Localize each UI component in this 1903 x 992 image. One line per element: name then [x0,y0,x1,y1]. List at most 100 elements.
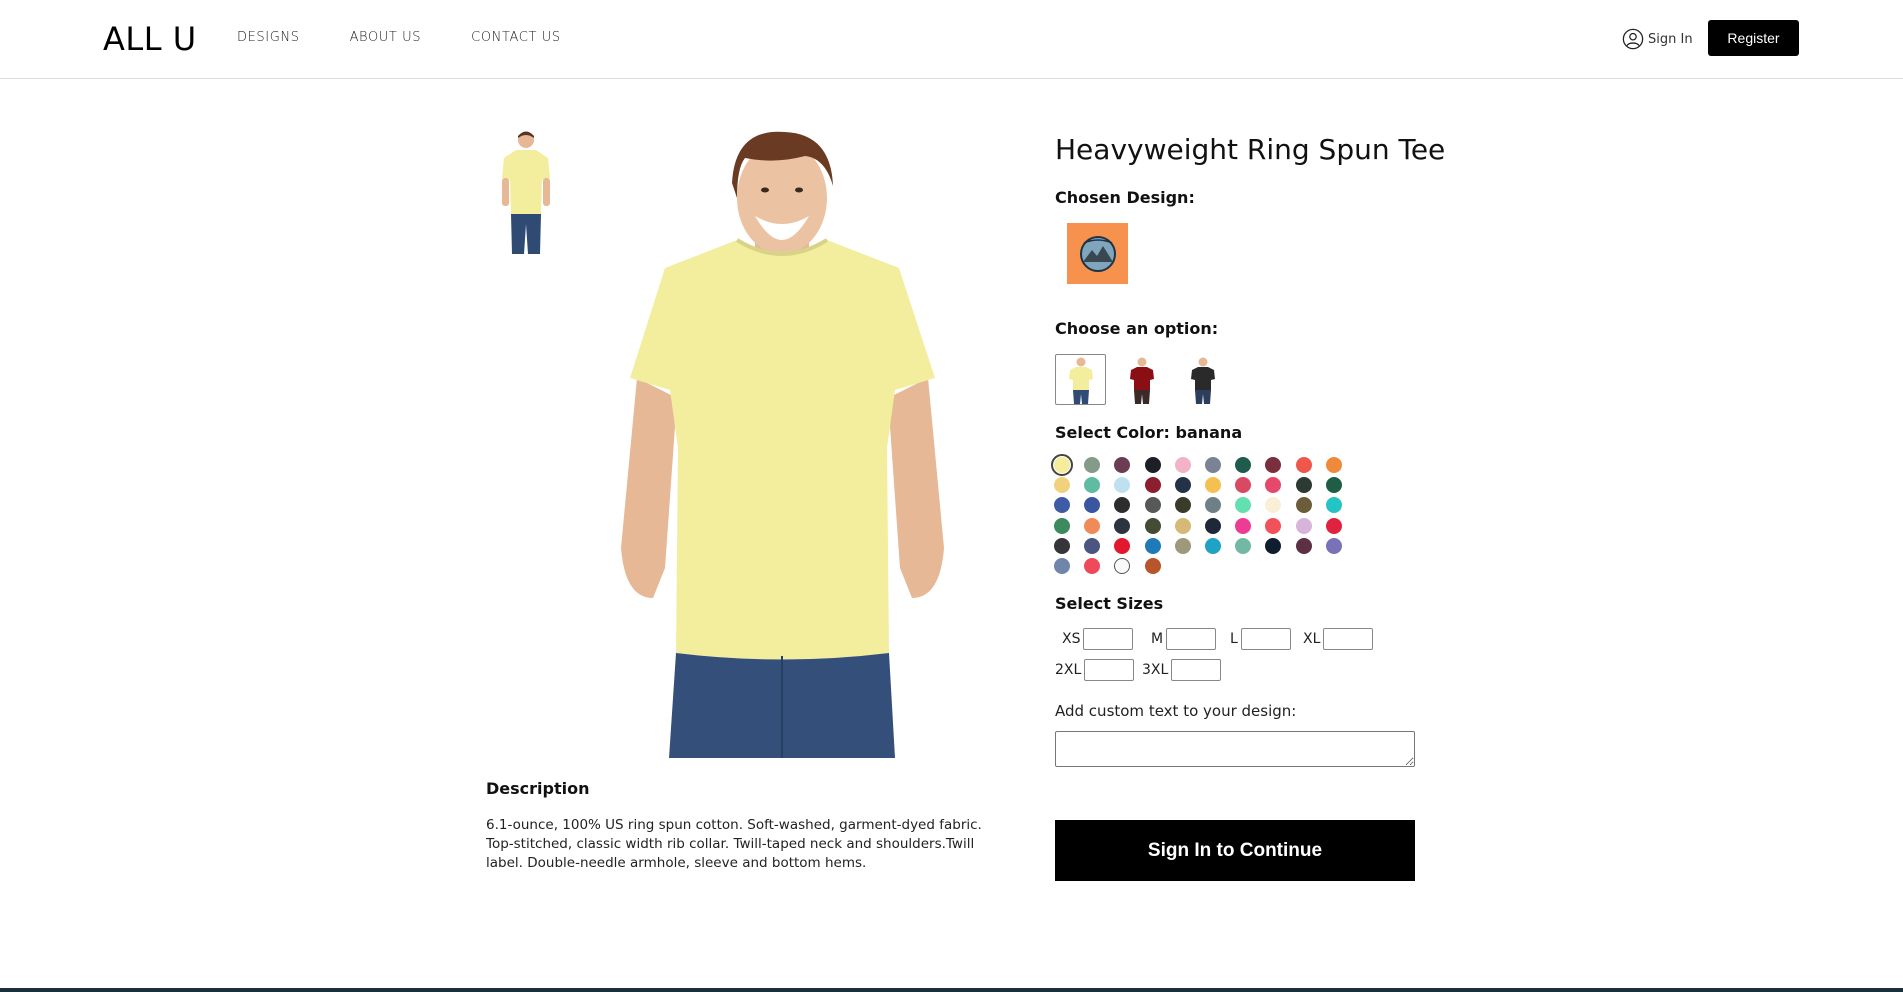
color-swatch[interactable] [1325,457,1342,473]
color-swatch[interactable] [1174,517,1191,534]
color-swatch[interactable] [1235,477,1252,494]
color-swatch[interactable] [1144,558,1161,574]
site-header: ALL U DESIGNS ABOUT US CONTACT US Sign I… [0,0,1903,79]
color-swatch[interactable] [1144,477,1161,494]
color-swatch[interactable] [1205,497,1221,514]
sign-in-link[interactable]: Sign In [1622,28,1693,50]
product-title: Heavyweight Ring Spun Tee [1055,133,1446,166]
size-3xl-input[interactable] [1171,659,1222,681]
color-swatch[interactable] [1325,497,1342,514]
product-thumbnail[interactable] [494,128,558,256]
sign-in-to-continue-button[interactable]: Sign In to Continue [1055,820,1415,881]
red-hoodie-option[interactable] [1116,354,1167,405]
size-l-label: L [1230,631,1238,647]
color-swatch[interactable] [1144,517,1161,534]
color-swatch[interactable] [1174,497,1191,514]
style-options [1055,354,1228,405]
select-sizes-label: Select Sizes [1055,594,1164,613]
color-swatch[interactable] [1144,497,1161,514]
color-swatch[interactable] [1114,558,1131,574]
color-swatch[interactable] [1295,457,1312,473]
color-swatch[interactable] [1325,477,1342,494]
color-swatch[interactable] [1174,457,1191,473]
color-swatch[interactable] [1235,457,1252,473]
size-inputs: XS M L XL 2XL 3XL [1055,628,1435,688]
size-2xl-label: 2XL [1055,662,1082,678]
nav-about-us[interactable]: ABOUT US [350,30,422,45]
chosen-design-image[interactable] [1067,223,1128,284]
color-swatch[interactable] [1174,537,1191,554]
choose-option-label: Choose an option: [1055,319,1219,338]
color-swatch[interactable] [1054,497,1070,514]
color-swatch[interactable] [1205,517,1221,534]
select-color-label: Select Color: banana [1055,423,1243,442]
size-2xl-input[interactable] [1084,659,1135,681]
size-xs-input[interactable] [1083,628,1134,650]
color-swatch[interactable] [1265,457,1282,473]
size-xl-input[interactable] [1323,628,1374,650]
description-title: Description [486,779,590,798]
color-swatch[interactable] [1054,537,1070,554]
color-swatch[interactable] [1325,537,1342,554]
color-swatch[interactable] [1114,457,1131,473]
color-swatch[interactable] [1205,457,1221,473]
color-swatch[interactable] [1295,537,1312,554]
color-swatch[interactable] [1084,497,1101,514]
color-swatch[interactable] [1084,517,1101,534]
color-swatch[interactable] [1205,537,1221,554]
size-2xl: 2XL [1055,659,1135,681]
custom-text-input[interactable] [1055,731,1415,767]
size-m-label: M [1151,631,1164,647]
color-swatch[interactable] [1114,517,1131,534]
description-text: 6.1-ounce, 100% US ring spun cotton. Sof… [486,817,982,871]
bottom-bar [0,988,1903,992]
sign-in-label: Sign In [1648,31,1693,47]
color-swatch[interactable] [1084,477,1101,494]
custom-text-label: Add custom text to your design: [1055,702,1297,720]
color-swatch[interactable] [1114,497,1131,514]
size-xs: XS [1062,628,1134,650]
product-main-image [605,128,960,758]
color-swatch[interactable] [1205,477,1221,494]
color-swatch[interactable] [1114,537,1131,554]
color-swatch[interactable] [1144,457,1161,473]
color-swatch[interactable] [1084,457,1101,473]
color-swatch[interactable] [1235,497,1252,514]
color-swatch[interactable] [1295,517,1312,534]
main-nav: DESIGNS ABOUT US CONTACT US [237,30,561,45]
color-swatch[interactable] [1235,537,1252,554]
color-swatch[interactable] [1295,497,1312,514]
color-swatch[interactable] [1265,537,1282,554]
color-swatch[interactable] [1265,517,1282,534]
color-swatch[interactable] [1051,454,1073,476]
color-swatch[interactable] [1265,477,1282,494]
color-swatch[interactable] [1174,477,1191,494]
register-button[interactable]: Register [1708,20,1799,56]
size-xs-label: XS [1062,631,1081,647]
size-m-input[interactable] [1166,628,1217,650]
banana-tee-option[interactable] [1055,354,1106,405]
site-logo[interactable]: ALL U [103,20,197,58]
color-swatch[interactable] [1054,517,1070,534]
color-swatch[interactable] [1054,558,1070,574]
color-swatch[interactable] [1235,517,1252,534]
size-xl-label: XL [1303,631,1321,647]
color-swatch[interactable] [1114,477,1131,494]
size-xl: XL [1303,628,1374,650]
size-3xl-label: 3XL [1142,662,1169,678]
black-tee-option[interactable] [1177,354,1228,405]
color-swatch[interactable] [1295,477,1312,494]
color-swatch[interactable] [1325,517,1342,534]
color-swatch[interactable] [1265,497,1282,514]
size-l: L [1230,628,1291,650]
nav-contact-us[interactable]: CONTACT US [471,30,561,45]
size-l-input[interactable] [1240,628,1291,650]
color-swatch[interactable] [1084,558,1101,574]
size-3xl: 3XL [1142,659,1222,681]
color-swatch[interactable] [1054,477,1070,494]
nav-designs[interactable]: DESIGNS [237,30,300,45]
user-circle-icon [1622,28,1644,50]
color-swatch[interactable] [1084,537,1101,554]
chosen-design-label: Chosen Design: [1055,188,1195,207]
color-swatch[interactable] [1144,537,1161,554]
